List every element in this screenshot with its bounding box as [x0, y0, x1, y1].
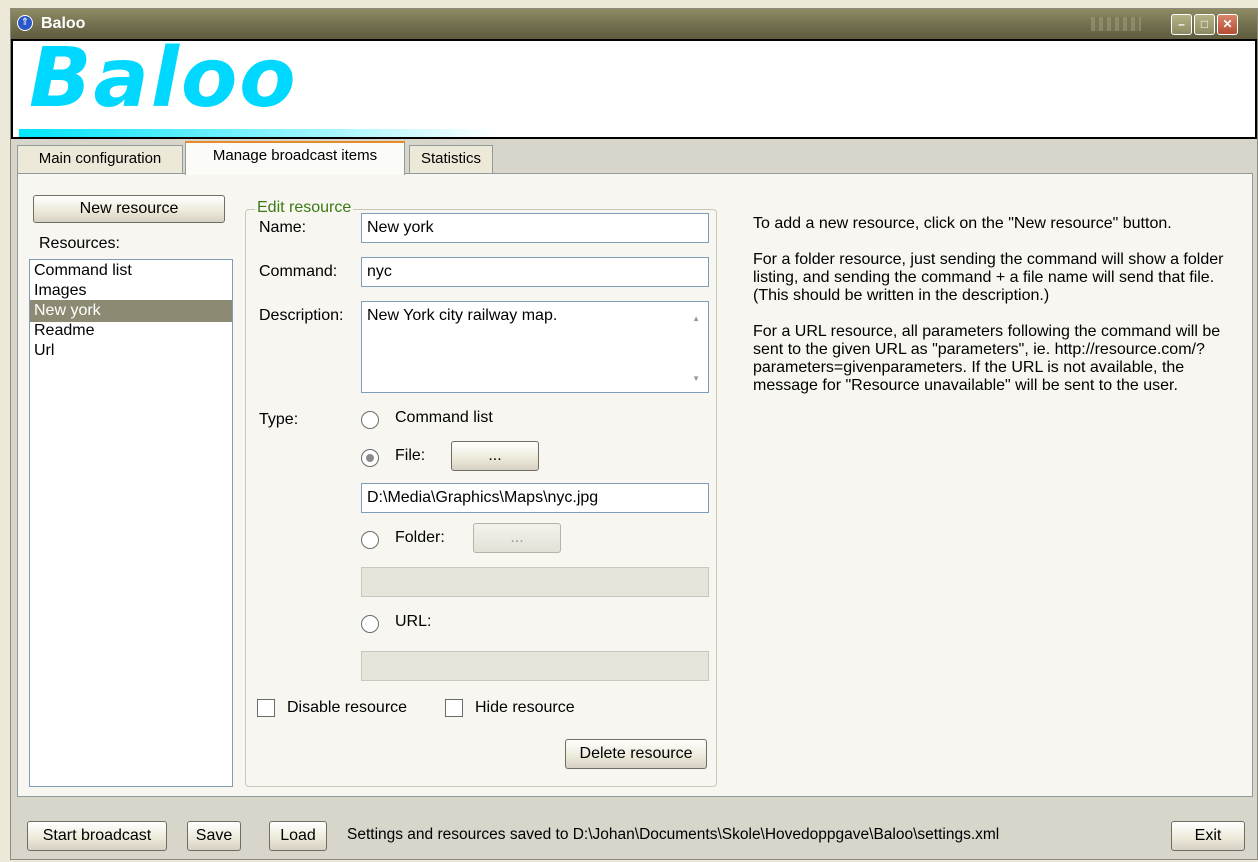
tab-label: Statistics — [420, 150, 481, 167]
type-folder-label: Folder: — [395, 529, 445, 546]
url-field[interactable] — [361, 651, 709, 681]
type-url-label: URL: — [395, 613, 432, 630]
tab-main-configuration[interactable]: Main configuration — [17, 145, 183, 173]
type-command-list-radio[interactable] — [361, 411, 379, 429]
description-text: New York city railway map. — [367, 307, 558, 324]
name-field[interactable]: New york — [361, 213, 709, 243]
command-label: Command: — [259, 263, 338, 280]
list-item[interactable]: Readme — [30, 320, 232, 342]
minimize-icon: – — [1178, 17, 1185, 31]
file-browse-button[interactable]: ... — [451, 441, 539, 471]
new-resource-button[interactable]: New resource — [33, 195, 225, 223]
maximize-button[interactable]: □ — [1194, 14, 1215, 35]
list-item[interactable]: Images — [30, 280, 232, 302]
disable-resource-checkbox[interactable] — [257, 699, 275, 717]
description-field[interactable]: New York city railway map. ▲ ▼ — [361, 301, 709, 393]
name-label: Name: — [259, 219, 307, 236]
delete-resource-button[interactable]: Delete resource — [565, 739, 707, 769]
hide-resource-checkbox[interactable] — [445, 699, 463, 717]
disable-resource-label: Disable resource — [287, 699, 408, 716]
type-label: Type: — [259, 411, 299, 428]
status-text: Settings and resources saved to D:\Johan… — [347, 826, 1000, 843]
scroll-up-icon[interactable]: ▲ — [692, 308, 700, 330]
folder-browse-button[interactable]: ... — [473, 523, 561, 553]
close-icon: ✕ — [1222, 17, 1233, 31]
titlebar-grip — [1091, 17, 1141, 31]
app-logo: Baloo — [29, 39, 298, 126]
tab-label: Main configuration — [38, 150, 162, 167]
tab-manage-broadcast-items[interactable]: Manage broadcast items — [185, 141, 405, 175]
help-paragraph: For a URL resource, all parameters follo… — [753, 323, 1221, 394]
resource-list[interactable]: Command list Images New york Readme Url — [29, 259, 233, 787]
app-window: ⇑ Baloo – □ ✕ Baloo Main configuration M… — [10, 8, 1258, 860]
type-folder-radio[interactable] — [361, 531, 379, 549]
edit-resource-legend: Edit resource — [255, 199, 354, 217]
scroll-down-icon[interactable]: ▼ — [692, 368, 700, 390]
logo-banner: Baloo — [11, 39, 1257, 139]
type-command-list-label: Command list — [395, 409, 493, 426]
resources-label: Resources: — [39, 235, 120, 252]
type-url-radio[interactable] — [361, 615, 379, 633]
tab-statistics[interactable]: Statistics — [409, 145, 493, 173]
exit-button[interactable]: Exit — [1171, 821, 1245, 851]
list-item[interactable]: Command list — [30, 260, 232, 282]
description-label: Description: — [259, 307, 344, 324]
tab-label: Manage broadcast items — [212, 147, 378, 164]
help-paragraph: For a folder resource, just sending the … — [753, 251, 1224, 304]
minimize-button[interactable]: – — [1171, 14, 1192, 35]
logo-underline — [19, 129, 499, 137]
type-file-label: File: — [395, 447, 426, 464]
help-paragraph: To add a new resource, click on the "New… — [753, 215, 1172, 232]
hide-resource-label: Hide resource — [475, 699, 575, 716]
folder-path-field[interactable] — [361, 567, 709, 597]
title-bar[interactable]: ⇑ Baloo – □ ✕ — [11, 9, 1257, 39]
file-path-field[interactable]: D:\Media\Graphics\Maps\nyc.jpg — [361, 483, 709, 513]
window-title: Baloo — [41, 15, 86, 32]
start-broadcast-button[interactable]: Start broadcast — [27, 821, 167, 851]
app-icon: ⇑ — [17, 15, 33, 31]
list-item[interactable]: Url — [30, 340, 232, 362]
command-field[interactable]: nyc — [361, 257, 709, 287]
maximize-icon: □ — [1200, 17, 1209, 31]
list-item[interactable]: New york — [30, 300, 232, 322]
help-text: To add a new resource, click on the "New… — [753, 215, 1243, 413]
save-button[interactable]: Save — [187, 821, 241, 851]
close-button[interactable]: ✕ — [1217, 14, 1238, 35]
load-button[interactable]: Load — [269, 821, 327, 851]
type-file-radio[interactable] — [361, 449, 379, 467]
